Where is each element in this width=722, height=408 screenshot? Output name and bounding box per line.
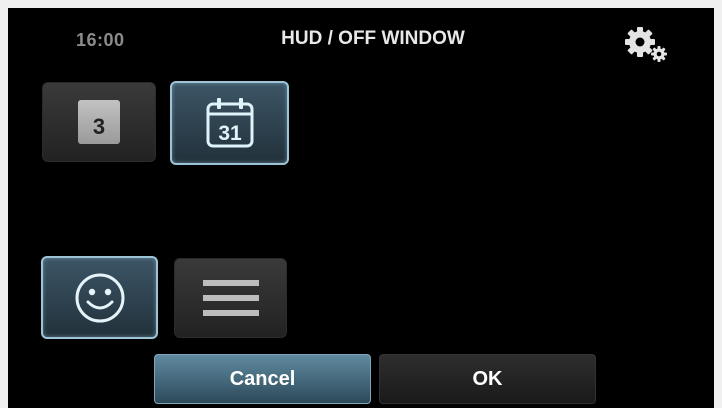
smiley-icon (75, 273, 124, 322)
calendar-day-number: 31 (218, 122, 242, 145)
day-number-tile[interactable]: 3 (42, 82, 156, 162)
ok-button[interactable]: OK (379, 354, 596, 404)
cancel-button[interactable]: Cancel (154, 354, 371, 404)
calendar-icon: 31 (206, 98, 253, 148)
calendar-tile[interactable]: 31 (170, 81, 289, 165)
hud-screen: 16:00 HUD / OFF WINDOW 3 31 Cancel OK (8, 8, 714, 408)
day-number-badge: 3 (78, 100, 120, 144)
settings-button[interactable] (622, 24, 674, 64)
list-lines-icon (202, 280, 259, 316)
window-title: HUD / OFF WINDOW (281, 28, 465, 49)
gears-icon (625, 27, 667, 62)
smiley-tile[interactable] (41, 256, 158, 339)
clock-display: 16:00 (76, 30, 125, 50)
list-tile[interactable] (174, 258, 287, 338)
